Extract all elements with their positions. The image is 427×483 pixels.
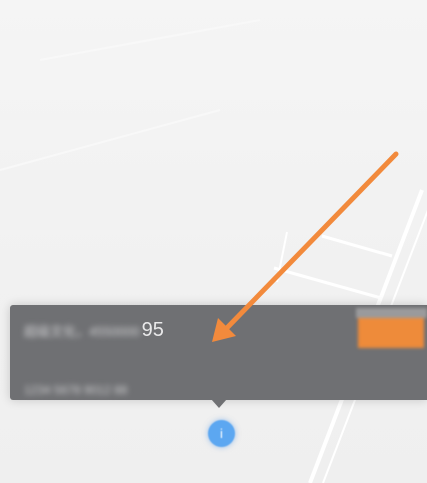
annotation-arrow-icon — [212, 151, 399, 342]
annotation-arrow-shaft — [219, 151, 399, 336]
